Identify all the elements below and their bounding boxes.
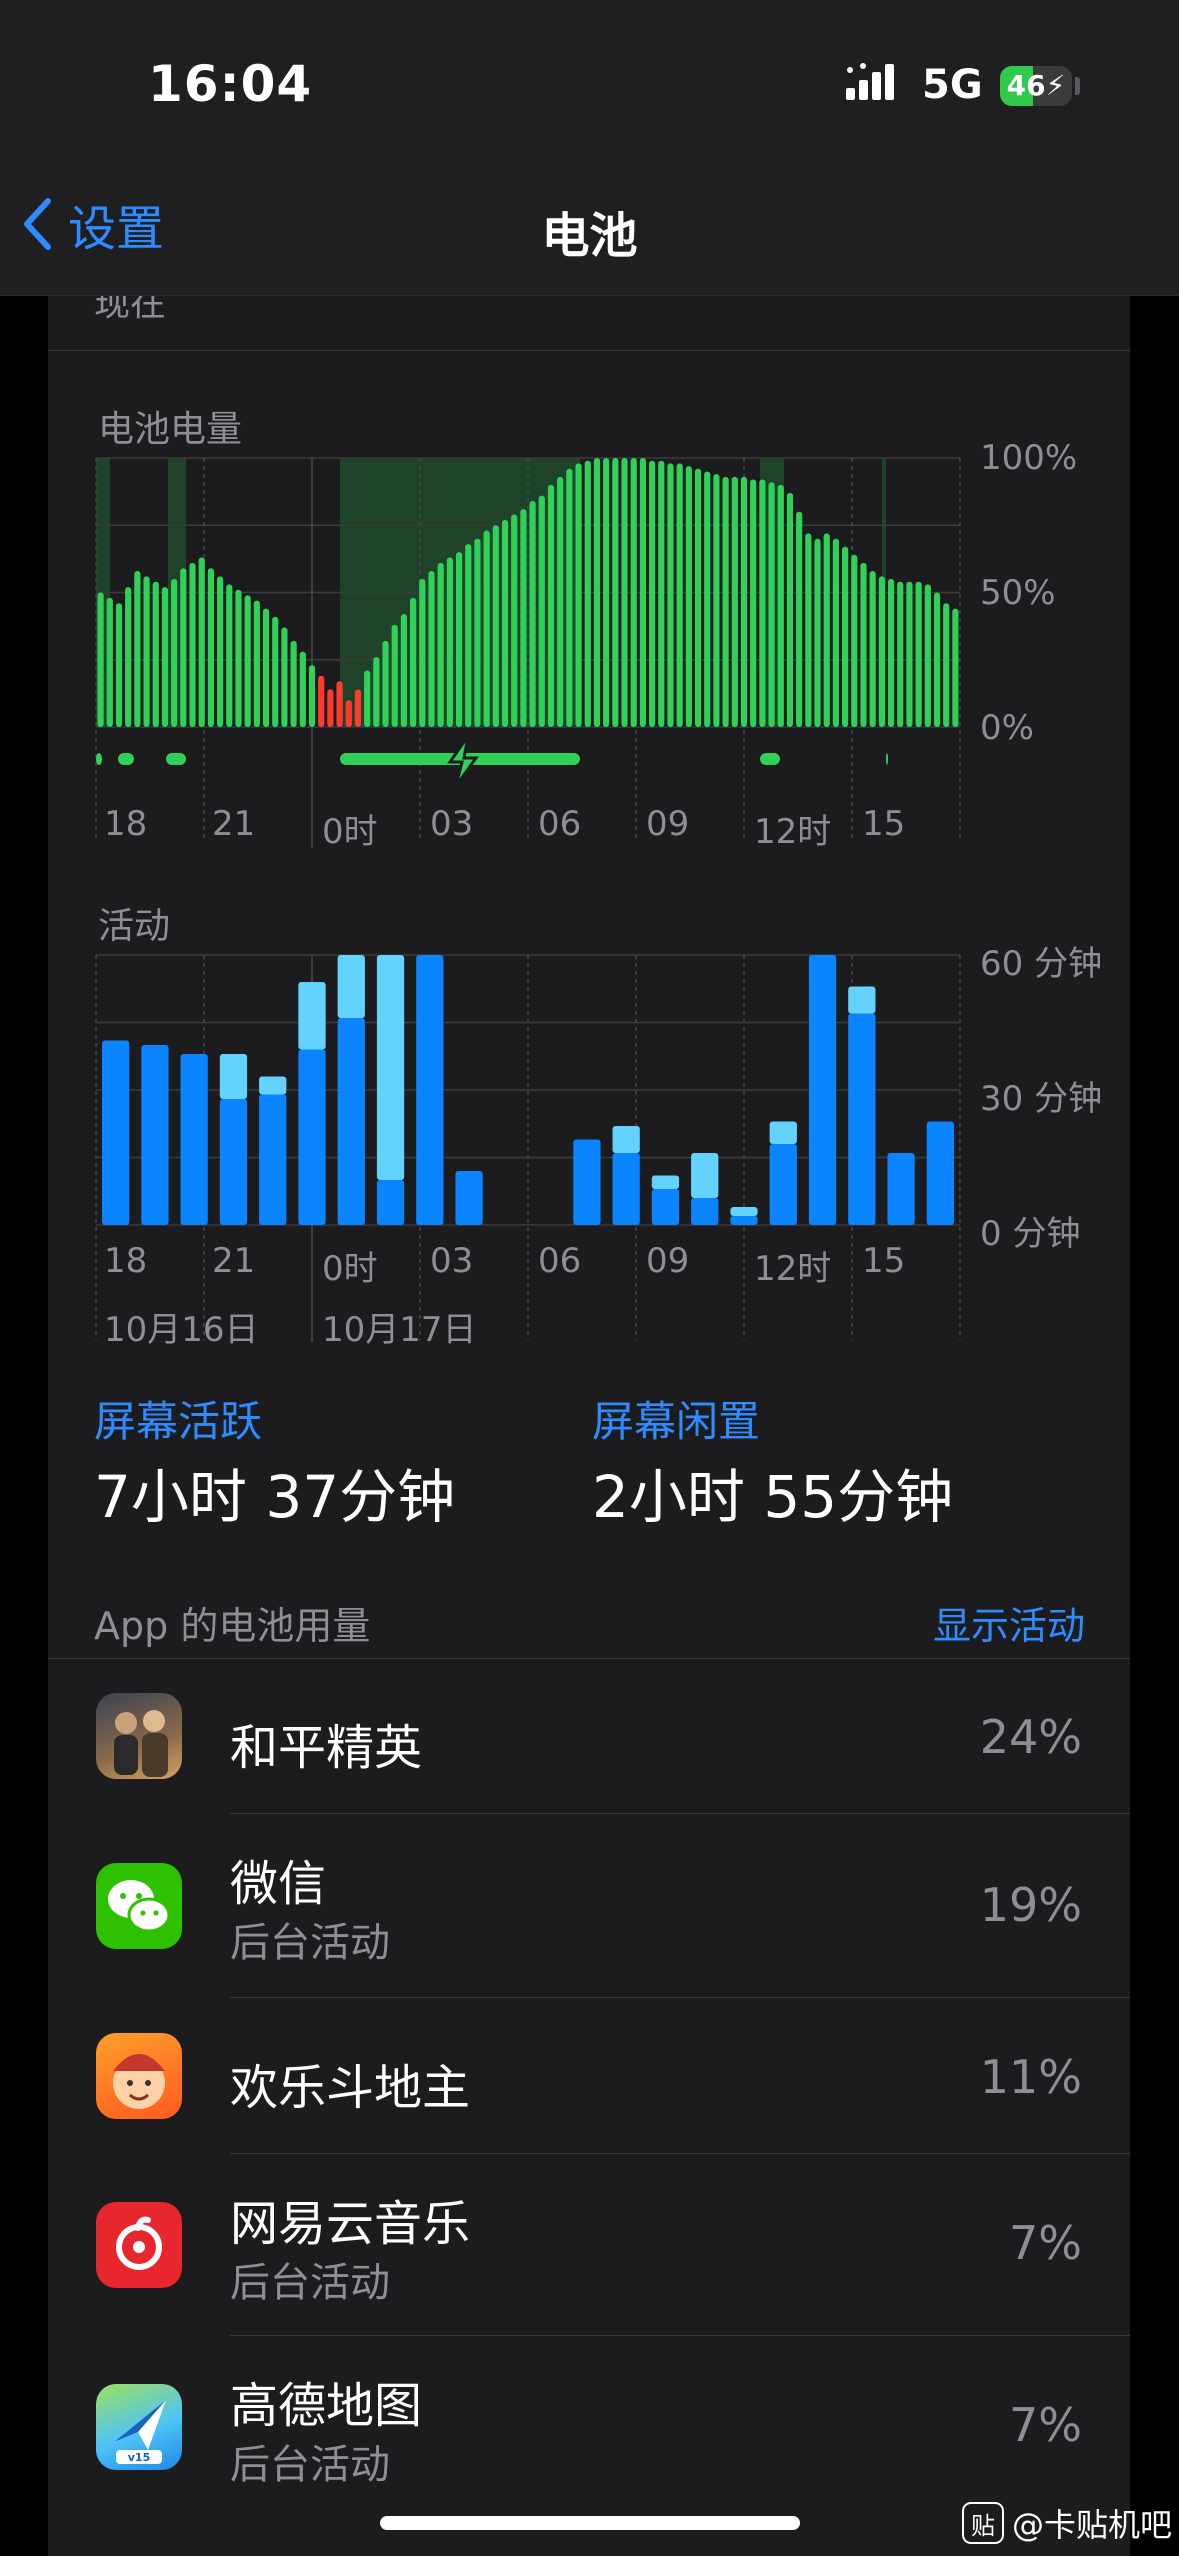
activity-xtick: 18 bbox=[104, 1241, 148, 1281]
app-percentage: 24% bbox=[979, 1710, 1082, 1764]
app-percentage: 11% bbox=[979, 2050, 1082, 2104]
app-row-amap[interactable]: v15 高德地图 后台活动 7% bbox=[48, 2336, 1130, 2518]
activity-bar-active bbox=[376, 1180, 405, 1225]
activity-bar-active bbox=[337, 1018, 365, 1225]
activity-bar-active bbox=[730, 1216, 758, 1225]
app-percentage: 7% bbox=[1009, 2216, 1082, 2270]
activity-bar-active bbox=[691, 1198, 719, 1225]
activity-bar-idle bbox=[219, 1054, 248, 1099]
app-row-wechat[interactable]: 微信 后台活动 19% bbox=[48, 1814, 1130, 1998]
activity-xtick: 03 bbox=[430, 1241, 474, 1281]
app-subtitle: 后台活动 bbox=[230, 2260, 390, 2306]
activity-bar-idle bbox=[298, 982, 326, 1050]
activity-bar-active bbox=[102, 1040, 130, 1225]
network-type: 5G bbox=[922, 62, 983, 108]
activity-bar-idle bbox=[651, 1175, 680, 1189]
screen-idle-label: 屏幕闲置 bbox=[592, 1397, 761, 1446]
activity-bar-idle bbox=[612, 1126, 640, 1153]
app-name: 高德地图 bbox=[230, 2378, 423, 2434]
activity-bar-idle bbox=[337, 955, 365, 1018]
screen-active-label: 屏幕活跃 bbox=[94, 1397, 263, 1446]
activity-bar-active bbox=[141, 1045, 169, 1225]
amap-icon: v15 bbox=[96, 2384, 182, 2470]
app-row-pubg[interactable]: 和平精英 24% bbox=[48, 1658, 1130, 1814]
app-name: 微信 bbox=[230, 1856, 327, 1912]
activity-bar-active bbox=[926, 1121, 954, 1225]
activity-bar-active bbox=[769, 1144, 797, 1225]
screen-active-value: 7小时 37分钟 bbox=[94, 1463, 456, 1531]
watermark-text: @卡贴机吧 bbox=[1012, 2506, 1173, 2544]
activity-xtick: 12时 bbox=[754, 1249, 832, 1289]
activity-bar-active bbox=[612, 1153, 640, 1225]
home-indicator[interactable] bbox=[380, 2516, 800, 2530]
activity-bar-active bbox=[651, 1189, 680, 1225]
activity-ytick-30: 30 分钟 bbox=[980, 1079, 1103, 1119]
activity-xtick: 15 bbox=[862, 1241, 906, 1281]
page-title: 电池 bbox=[541, 208, 638, 264]
app-subtitle: 后台活动 bbox=[230, 1920, 390, 1966]
activity-bar-active bbox=[259, 1094, 287, 1225]
activity-bar-active bbox=[848, 1013, 876, 1225]
activity-ytick-60: 60 分钟 bbox=[980, 944, 1103, 984]
activity-bar-active bbox=[808, 955, 837, 1225]
screen-idle-value: 2小时 55分钟 bbox=[592, 1463, 954, 1531]
activity-bar-idle bbox=[769, 1121, 797, 1144]
activity-bar-idle bbox=[376, 955, 405, 1180]
activity-bar-idle bbox=[848, 986, 876, 1014]
activity-bar-idle bbox=[259, 1076, 287, 1095]
app-row-netease-music[interactable]: 网易云音乐 后台活动 7% bbox=[48, 2154, 1130, 2336]
app-row-doudizhu[interactable]: 欢乐斗地主 11% bbox=[48, 1998, 1130, 2154]
app-name: 网易云音乐 bbox=[230, 2196, 471, 2252]
wechat-icon bbox=[96, 1863, 182, 1949]
app-percentage: 19% bbox=[979, 1878, 1082, 1932]
activity-xtick: 09 bbox=[646, 1241, 690, 1281]
signal-icon bbox=[846, 63, 894, 100]
battery-icon: 46⚡ bbox=[1000, 66, 1072, 106]
activity-date-label: 10月17日 bbox=[322, 1310, 477, 1350]
activity-bar-active bbox=[573, 1139, 601, 1225]
activity-bar-active bbox=[219, 1099, 248, 1225]
activity-bar-idle bbox=[691, 1153, 719, 1198]
activity-date-label: 10月16日 bbox=[104, 1310, 259, 1350]
activity-xtick: 06 bbox=[538, 1241, 582, 1281]
show-activity-button[interactable]: 显示活动 bbox=[933, 1595, 1085, 1650]
activity-bar-active bbox=[455, 1171, 483, 1225]
status-time: 16:04 bbox=[148, 55, 313, 113]
app-usage-title: App 的电池用量 bbox=[94, 1604, 371, 1648]
activity-bar-active bbox=[298, 1049, 326, 1225]
activity-bar-active bbox=[416, 955, 444, 1225]
activity-xtick: 0时 bbox=[322, 1249, 378, 1289]
app-percentage: 7% bbox=[1009, 2398, 1082, 2452]
watermark-badge: 贴 bbox=[962, 2502, 1004, 2544]
watermark: 贴 @卡贴机吧 bbox=[962, 2500, 1172, 2546]
netease-music-icon bbox=[96, 2202, 182, 2288]
pubg-mobile-icon bbox=[96, 1693, 182, 1779]
activity-xtick: 21 bbox=[212, 1241, 256, 1281]
doudizhu-icon bbox=[96, 2033, 182, 2119]
svg-text:v15: v15 bbox=[128, 2451, 150, 2464]
activity-bar-idle bbox=[730, 1207, 758, 1216]
nav-header: 16:04 5G 46⚡ 设置 电池 bbox=[0, 0, 1179, 296]
activity-bar-active bbox=[887, 1153, 915, 1225]
battery-level: 46 bbox=[1006, 69, 1046, 102]
app-subtitle: 后台活动 bbox=[230, 2442, 390, 2488]
battery-nub bbox=[1075, 77, 1080, 95]
activity-bar-active bbox=[180, 1054, 208, 1225]
app-name: 欢乐斗地主 bbox=[230, 2060, 471, 2116]
app-name: 和平精英 bbox=[230, 1720, 423, 1776]
activity-ytick-0: 0 分钟 bbox=[980, 1214, 1081, 1254]
